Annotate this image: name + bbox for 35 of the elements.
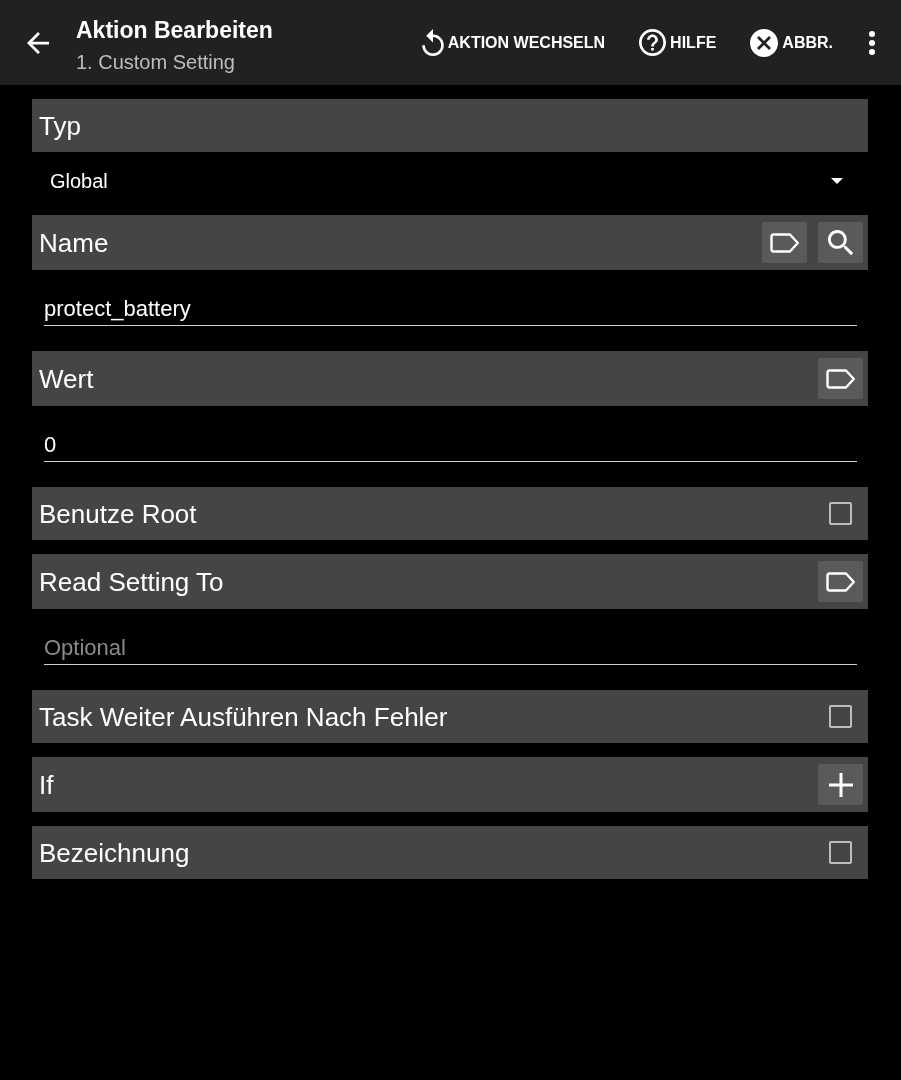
caret-icon [831, 178, 843, 184]
change-action-button[interactable]: AKTION WECHSELN [421, 29, 606, 56]
type-dropdown[interactable]: Global [32, 169, 868, 193]
checkbox[interactable] [829, 502, 852, 525]
add-button[interactable] [818, 764, 863, 805]
screen-subtitle: 1. Custom Setting [76, 49, 236, 75]
screen-title: Aktion Bearbeiten [76, 15, 273, 44]
text-field[interactable]: Optional [44, 631, 857, 665]
tag-icon [825, 368, 856, 389]
cancel-button[interactable]: ABBR. [750, 28, 833, 57]
text-field[interactable]: protect_battery [44, 292, 857, 326]
plus-icon [828, 772, 853, 797]
section-label: Benutze Root [39, 498, 197, 529]
more-vertical-icon [869, 30, 875, 55]
checkbox[interactable] [829, 841, 852, 864]
circular-arrow-icon [421, 29, 444, 56]
checkbox[interactable] [829, 705, 852, 728]
tag-icon [769, 232, 800, 253]
section-label: Wert [39, 363, 94, 394]
help-icon [639, 29, 667, 56]
section-label: Typ [39, 110, 81, 141]
section-label: Bezeichnung [39, 837, 190, 868]
section-label: If [39, 769, 54, 800]
tag-button[interactable] [762, 222, 807, 263]
section-label: Name [39, 227, 109, 258]
tag-button[interactable] [818, 358, 863, 399]
back-arrow-icon [27, 31, 49, 54]
tag-icon [825, 571, 856, 592]
tag-button[interactable] [818, 561, 863, 602]
help-button[interactable]: HILFE [639, 29, 717, 56]
section-label: Task Weiter Ausführen Nach Fehler [39, 701, 448, 732]
text-field[interactable]: 0 [44, 428, 857, 462]
search-icon [827, 229, 854, 256]
section-label: Read Setting To [39, 566, 224, 597]
search-button[interactable] [818, 222, 863, 263]
